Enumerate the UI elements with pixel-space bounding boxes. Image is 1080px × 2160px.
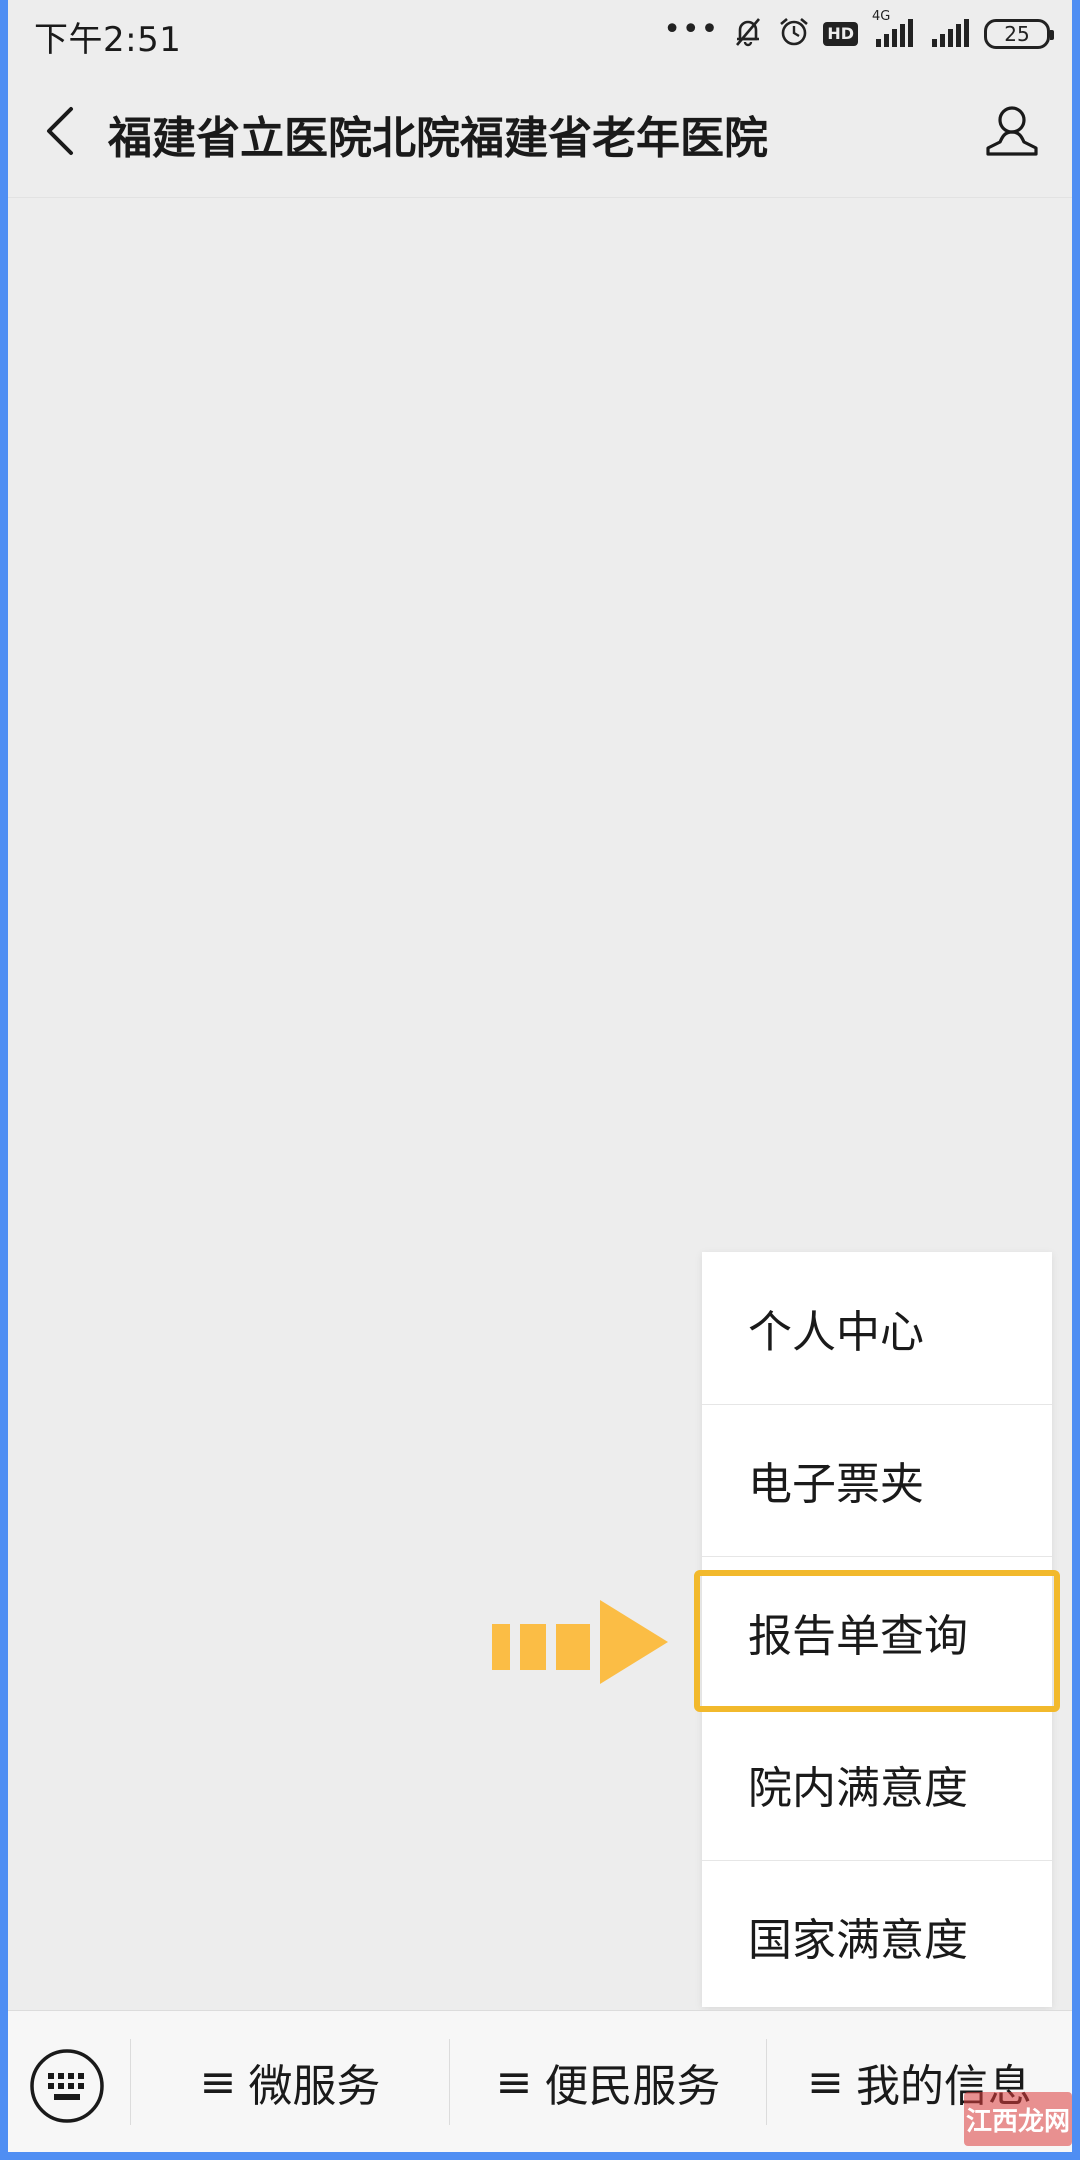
status-icons: ••• HD 4G 25	[663, 9, 1054, 54]
network-label: 4G	[872, 9, 891, 24]
title-bar: 福建省立医院北院福建省老年医院	[8, 66, 1072, 198]
back-button[interactable]	[30, 96, 90, 166]
profile-button[interactable]	[980, 98, 1044, 162]
signal-icon	[930, 15, 972, 53]
menu-item-label: 院内满意度	[748, 1763, 968, 1814]
tab-convenience-service[interactable]: ≡ 便民服务	[450, 2011, 766, 2152]
status-time: 下午2:51	[34, 20, 182, 60]
bottom-bar: ≡ 微服务 ≡ 便民服务 ≡ 我的信息	[8, 2010, 1072, 2152]
menu-item-label: 个人中心	[748, 1307, 924, 1358]
more-dots-icon: •••	[663, 11, 720, 47]
menu-item-hospital-satisfaction[interactable]: 院内满意度	[702, 1708, 1052, 1860]
popup-menu: 个人中心 电子票夹 报告单查询 院内满意度 国家满意度	[702, 1252, 1052, 2007]
status-bar: 下午2:51 ••• HD 4G 25	[8, 0, 1072, 66]
pointer-arrow-icon	[492, 1600, 668, 1684]
battery-icon: 25	[984, 19, 1054, 49]
menu-item-national-satisfaction[interactable]: 国家满意度	[702, 1860, 1052, 2012]
back-arrow-icon	[47, 107, 73, 155]
signal-4g-icon: 4G	[870, 9, 918, 53]
menu-item-label: 电子票夹	[748, 1459, 924, 1510]
menu-item-e-ticket-folder[interactable]: 电子票夹	[702, 1404, 1052, 1556]
page-title: 福建省立医院北院福建省老年医院	[108, 113, 768, 164]
tab-micro-service[interactable]: ≡ 微服务	[131, 2011, 449, 2152]
alarm-clock-icon	[777, 15, 811, 53]
menu-lines-icon: ≡	[807, 2056, 844, 2108]
keyboard-icon	[30, 2049, 104, 2123]
menu-item-label: 国家满意度	[748, 1915, 968, 1966]
menu-lines-icon: ≡	[495, 2056, 533, 2108]
menu-lines-icon: ≡	[199, 2056, 237, 2108]
watermark-logo: 江西龙网	[964, 2092, 1072, 2146]
tab-label: 微服务	[248, 2061, 381, 2112]
menu-item-personal-center[interactable]: 个人中心	[702, 1252, 1052, 1404]
menu-item-report-query[interactable]: 报告单查询	[702, 1556, 1052, 1708]
screen: 下午2:51 ••• HD 4G 25 福建省立医院北院福建省老年医院 个人中心…	[8, 0, 1072, 2152]
bell-muted-icon	[731, 15, 765, 53]
person-icon	[986, 106, 1038, 156]
menu-item-label: 报告单查询	[748, 1611, 968, 1662]
keyboard-toggle-button[interactable]	[28, 2047, 106, 2125]
hd-badge: HD	[823, 22, 858, 46]
tab-label: 便民服务	[544, 2061, 721, 2112]
